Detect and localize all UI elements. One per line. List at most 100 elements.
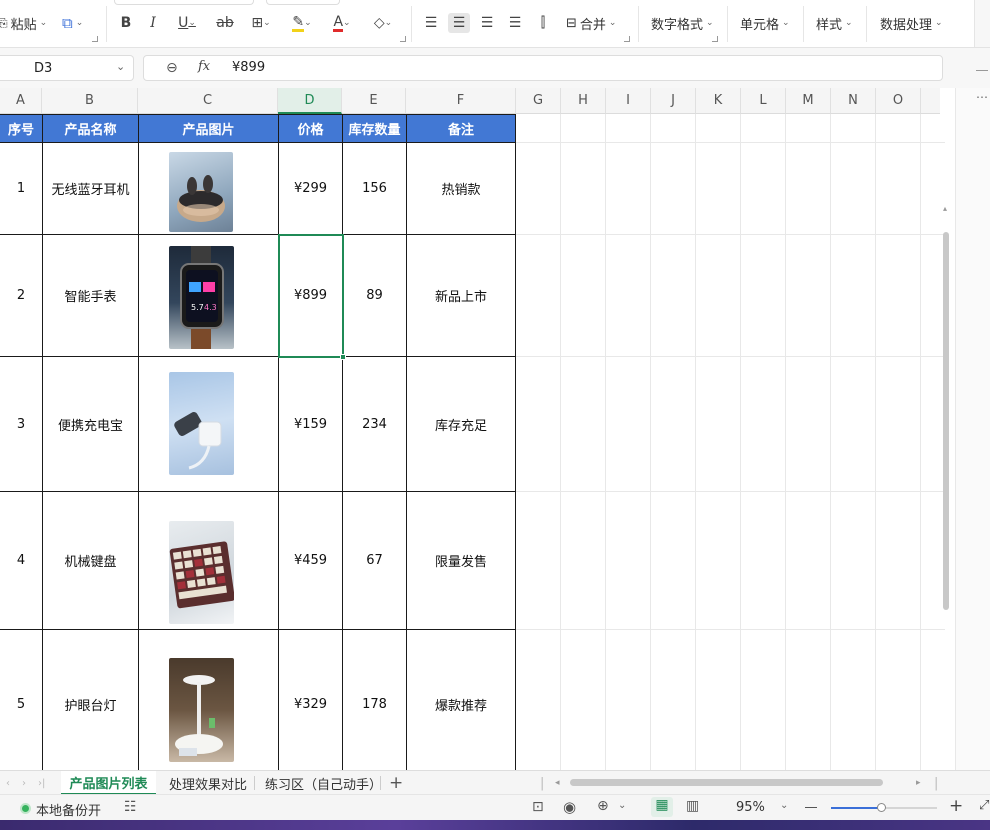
page-view-icon[interactable]: ▥ xyxy=(686,798,699,814)
spreadsheet-grid[interactable]: A B C D E F G H I J K L M N O 序号 产品名称 产品… xyxy=(0,88,990,770)
align-left-icon[interactable]: ☰ xyxy=(420,13,442,33)
keyboard-photo[interactable] xyxy=(169,521,234,624)
number-format-button[interactable]: 数字格式 ⌄ xyxy=(651,13,714,33)
strikethrough-icon[interactable]: ab xyxy=(214,13,236,33)
paste-button[interactable]: ⎘ 粘贴 ⌄ xyxy=(0,13,47,33)
tab-practice[interactable]: 练习区（自己动手） xyxy=(265,771,382,795)
distributed-align-icon[interactable]: ⫿ xyxy=(532,13,554,33)
zoom-in-icon[interactable]: + xyxy=(949,796,963,816)
table-row-4-stock[interactable]: 67 xyxy=(343,492,407,630)
column-header-L[interactable]: L xyxy=(741,88,786,114)
table-row-2-no[interactable]: 2 xyxy=(0,235,43,357)
first-sheet-icon[interactable]: ‹ xyxy=(6,771,10,795)
name-box[interactable]: D3 ⌄ xyxy=(0,55,134,81)
table-row-3-no[interactable]: 3 xyxy=(0,357,43,492)
table-row-1-name[interactable]: 无线蓝牙耳机 xyxy=(43,143,139,235)
font-size-box[interactable] xyxy=(266,0,340,5)
chevron-down-icon[interactable]: ⌄ xyxy=(618,800,626,811)
last-sheet-icon[interactable]: ›| xyxy=(38,771,45,795)
merge-button[interactable]: ⊟ 合并 ⌄ xyxy=(566,13,616,33)
eraser-icon[interactable]: ◇ ⌄ xyxy=(366,13,400,33)
group-launcher-icon[interactable] xyxy=(624,36,630,42)
table-row-3-note[interactable]: 库存充足 xyxy=(407,357,516,492)
font-color-icon[interactable]: A ⌄ xyxy=(324,13,360,33)
format-painter-button[interactable]: ⧉ ⌄ xyxy=(62,13,83,33)
vertical-scroll-thumb[interactable] xyxy=(943,232,949,610)
table-row-3-name[interactable]: 便携充电宝 xyxy=(43,357,139,492)
header-cell-name[interactable]: 产品名称 xyxy=(43,114,139,143)
prev-sheet-icon[interactable]: › xyxy=(22,771,26,795)
fullscreen-icon[interactable]: ⤢ xyxy=(979,798,989,813)
scroll-up-icon[interactable]: ▴ xyxy=(943,204,947,213)
table-row-5-stock[interactable]: 178 xyxy=(343,630,407,770)
table-row-4-name[interactable]: 机械键盘 xyxy=(43,492,139,630)
header-cell-note[interactable]: 备注 xyxy=(407,114,516,143)
table-row-2-name[interactable]: 智能手表 xyxy=(43,235,139,357)
header-cell-stock[interactable]: 库存数量 xyxy=(343,114,407,143)
align-center-icon[interactable]: ☰ xyxy=(448,13,470,33)
column-header-K[interactable]: K xyxy=(696,88,741,114)
page-settings-icon[interactable]: ⊡ xyxy=(532,799,544,815)
font-name-box[interactable] xyxy=(114,0,254,5)
table-row-2-note[interactable]: 新品上市 xyxy=(407,235,516,357)
table-row-3-price[interactable]: ¥159 xyxy=(279,357,343,492)
chevron-down-icon[interactable]: ⌄ xyxy=(780,800,788,811)
header-cell-no[interactable]: 序号 xyxy=(0,114,43,143)
column-header-N[interactable]: N xyxy=(831,88,876,114)
table-row-1-no[interactable]: 1 xyxy=(0,143,43,235)
fill-handle[interactable] xyxy=(340,354,346,360)
zoom-slider-handle[interactable] xyxy=(877,803,886,812)
scroll-right-icon[interactable]: ▸ xyxy=(916,771,921,795)
table-row-1-price[interactable]: ¥299 xyxy=(279,143,343,235)
table-row-2-stock[interactable]: 89 xyxy=(343,235,407,357)
group-launcher-icon[interactable] xyxy=(712,36,718,42)
style-button[interactable]: 样式 ⌄ xyxy=(816,13,853,33)
horizontal-scroll-thumb[interactable] xyxy=(570,779,883,786)
add-sheet-icon[interactable]: + xyxy=(389,771,403,795)
align-right-icon[interactable]: ☰ xyxy=(476,13,498,33)
table-row-5-note[interactable]: 爆款推荐 xyxy=(407,630,516,770)
table-row-1-note[interactable]: 热销款 xyxy=(407,143,516,235)
underline-icon[interactable]: U ⌄ xyxy=(170,13,204,33)
tab-comparison[interactable]: 处理效果对比 xyxy=(169,771,247,795)
column-header-M[interactable]: M xyxy=(786,88,831,114)
desklamp-photo[interactable] xyxy=(169,658,234,762)
column-header-E[interactable]: E xyxy=(342,88,406,114)
header-cell-image[interactable]: 产品图片 xyxy=(139,114,279,143)
table-row-4-price[interactable]: ¥459 xyxy=(279,492,343,630)
fill-color-icon[interactable]: ✎ ⌄ xyxy=(284,13,320,33)
column-header-O[interactable]: O xyxy=(876,88,921,114)
zoom-slider[interactable] xyxy=(831,803,937,812)
column-header-I[interactable]: I xyxy=(606,88,651,114)
minimize-icon[interactable] xyxy=(976,70,988,71)
tab-product-images[interactable]: 产品图片列表 xyxy=(61,771,156,795)
data-processing-button[interactable]: 数据处理 ⌄ xyxy=(880,13,943,33)
cell-button[interactable]: 单元格 ⌄ xyxy=(740,13,790,33)
table-row-5-no[interactable]: 5 xyxy=(0,630,43,770)
table-row-1-stock[interactable]: 156 xyxy=(343,143,407,235)
zoom-formula-icon[interactable]: ⊖ xyxy=(166,60,178,76)
header-cell-price[interactable]: 价格 xyxy=(279,114,343,143)
group-launcher-icon[interactable] xyxy=(92,36,98,42)
column-header-G[interactable]: G xyxy=(516,88,561,114)
column-header-F[interactable]: F xyxy=(406,88,516,114)
normal-view-icon[interactable]: ▦ xyxy=(651,797,673,817)
zoom-out-icon[interactable] xyxy=(805,807,817,808)
column-header-B[interactable]: B xyxy=(42,88,138,114)
scroll-left-icon[interactable]: ◂ xyxy=(555,771,560,795)
formula-input[interactable]: ⊖ fx ¥899 xyxy=(143,55,943,81)
earbuds-photo[interactable] xyxy=(169,152,233,232)
backup-status-label[interactable]: 本地备份开 xyxy=(36,800,101,819)
table-row-3-stock[interactable]: 234 xyxy=(343,357,407,492)
freeze-icon[interactable]: ⊕ xyxy=(597,798,609,814)
border-icon[interactable]: ⊞ ⌄ xyxy=(244,13,278,33)
column-header-H[interactable]: H xyxy=(561,88,606,114)
fx-icon[interactable]: fx xyxy=(198,59,210,74)
column-header-C[interactable]: C xyxy=(138,88,278,114)
table-row-5-price[interactable]: ¥329 xyxy=(279,630,343,770)
table-row-5-name[interactable]: 护眼台灯 xyxy=(43,630,139,770)
column-header-D[interactable]: D xyxy=(278,88,342,114)
group-launcher-icon[interactable] xyxy=(400,36,406,42)
smartwatch-photo[interactable]: 5.7 4.3 xyxy=(169,246,234,349)
powerbank-photo[interactable] xyxy=(169,372,234,475)
